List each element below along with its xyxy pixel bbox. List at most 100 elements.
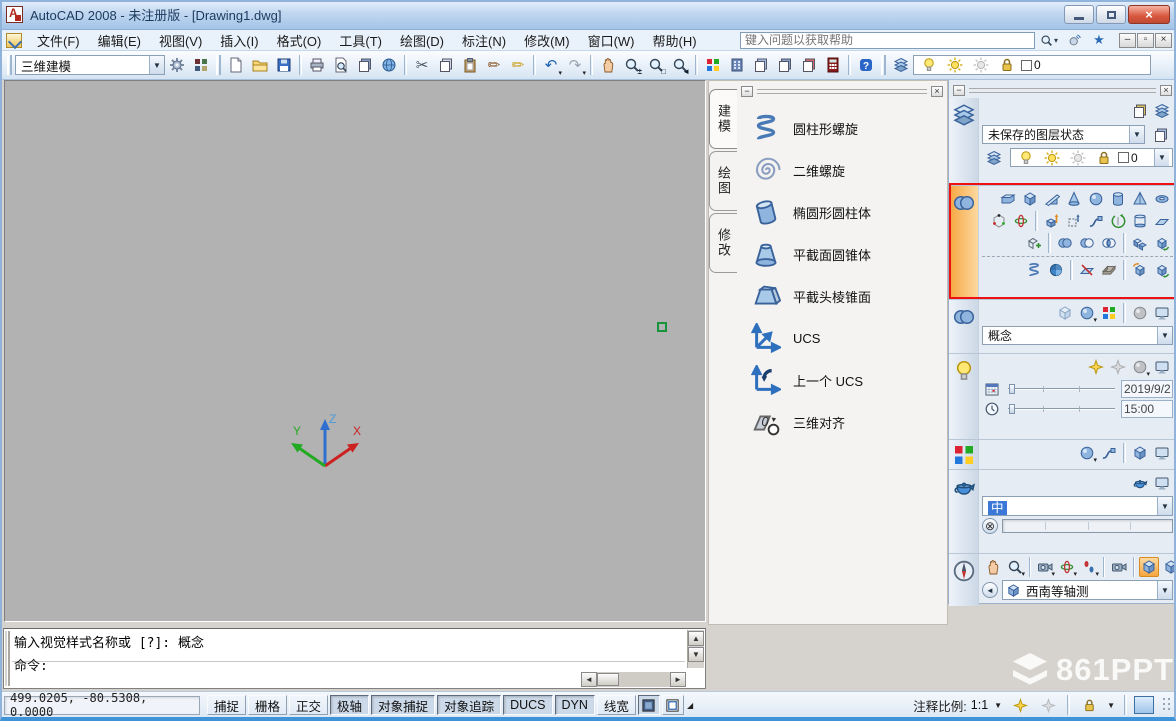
sun-time-button[interactable] (983, 400, 1001, 418)
sun-properties-button[interactable]: ▾ (1130, 357, 1150, 377)
thicken-button[interactable] (1099, 260, 1119, 280)
search-icon[interactable]: ▾ (1038, 32, 1060, 49)
sun-date-button[interactable] (983, 380, 1001, 398)
extrude-button[interactable] (1042, 211, 1062, 231)
drawing-canvas[interactable]: Z X Y (4, 80, 706, 622)
section-plane-button[interactable] (1152, 233, 1172, 253)
layout-button[interactable] (662, 695, 684, 715)
union-button[interactable] (1055, 233, 1075, 253)
menu-item-d[interactable]: 绘图(D) (391, 29, 453, 52)
layer-states-manager-button[interactable] (1130, 101, 1150, 121)
palette-grab-bar[interactable] (757, 89, 927, 94)
interference-check-button[interactable] (1130, 233, 1150, 253)
scroll-down-button[interactable]: ▼ (688, 647, 704, 662)
toolbar-grip[interactable] (7, 55, 12, 75)
sweep-button[interactable] (1086, 211, 1106, 231)
palette-tab-修改[interactable]: 修改 (709, 213, 737, 273)
help-search-input[interactable] (740, 32, 1035, 49)
status-toggle-DUCS[interactable]: DUCS (503, 695, 552, 715)
xray-mode-button[interactable] (1130, 303, 1150, 323)
visual-style-window-button[interactable] (1152, 303, 1172, 323)
panel-expand-separator[interactable] (982, 256, 1173, 257)
status-toggle-正交[interactable]: 正交 (289, 695, 328, 715)
time-slider-thumb[interactable] (1009, 404, 1015, 414)
scroll-right-button[interactable]: ► (670, 672, 686, 687)
clean-screen-button[interactable] (1134, 696, 1154, 714)
close-button[interactable]: × (1128, 5, 1170, 24)
status-toggle-线宽[interactable]: 线宽 (597, 695, 636, 715)
polysolid-button[interactable] (998, 189, 1018, 209)
doc-minimize-button[interactable]: – (1119, 33, 1136, 48)
undo-button[interactable]: ↶▾ (540, 55, 562, 76)
navigate-panel-big-icon[interactable] (949, 554, 979, 606)
extract-edges-button[interactable] (1024, 233, 1044, 253)
drawing-entity-green-square[interactable] (657, 322, 667, 332)
parallel-projection-button[interactable] (1161, 557, 1176, 577)
materials-panel-big-icon[interactable] (949, 440, 979, 469)
status-menu-arrow-icon[interactable]: ◢ (687, 701, 693, 710)
time-slider[interactable] (1006, 402, 1117, 416)
3d-move-button[interactable] (989, 211, 1009, 231)
chevron-down-icon[interactable]: ▼ (1154, 149, 1169, 166)
date-slider[interactable] (1006, 382, 1117, 396)
dashboard-close-button[interactable]: × (1160, 85, 1172, 96)
3d-rotate-button[interactable] (1011, 211, 1031, 231)
help-button[interactable] (855, 55, 877, 76)
favorites-star-icon[interactable]: ★ (1088, 32, 1110, 49)
layer-state-combo[interactable]: 未保存的图层状态 ▼ (982, 125, 1145, 144)
menu-item-t[interactable]: 工具(T) (330, 29, 391, 52)
constrained-orbit-button[interactable]: ▾ (1057, 557, 1077, 577)
zoom-previous-button[interactable]: ◄ (669, 55, 691, 76)
chevron-down-icon[interactable]: ▼ (1157, 497, 1172, 515)
visual-style-manager-button[interactable] (1099, 303, 1119, 323)
palette-tool-ucs-previous[interactable]: 上一个 UCS (743, 359, 943, 401)
markup-set-manager-button[interactable] (798, 55, 820, 76)
command-horizontal-scrollbar[interactable]: ◄ ► (581, 672, 686, 687)
palette-tool-cylindrical-helix[interactable]: 圆柱形螺旋 (743, 107, 943, 149)
materials-flyout-button[interactable]: ▾ (1077, 443, 1097, 463)
layer-freeze-viewport-button[interactable] (970, 55, 992, 76)
layer-freeze-viewport-button[interactable] (1067, 147, 1089, 168)
create-point-light-button[interactable] (1086, 357, 1106, 377)
subtract-button[interactable] (1077, 233, 1097, 253)
annotation-visibility-button[interactable] (1009, 695, 1031, 715)
menu-item-e[interactable]: 编辑(E) (89, 29, 150, 52)
my-workspace-button[interactable] (190, 55, 212, 76)
block-editor-button[interactable]: ✏ (507, 55, 529, 76)
render-button[interactable] (1130, 473, 1150, 493)
title-bar[interactable]: AutoCAD 2008 - 未注册版 - [Drawing1.dwg] × (0, 0, 1176, 30)
dashboard-autohide-button[interactable]: − (953, 85, 965, 96)
wedge-button[interactable] (1042, 189, 1062, 209)
palette-tool-ucs[interactable]: UCS (743, 317, 943, 359)
palette-tab-建模[interactable]: 建模 (709, 89, 737, 149)
walk-button[interactable]: ▾ (1079, 557, 1099, 577)
sphere-button[interactable] (1086, 189, 1106, 209)
chevron-down-icon[interactable]: ▼ (994, 701, 1002, 710)
loft-button[interactable] (1130, 211, 1150, 231)
visual-style-combo[interactable]: 概念 ▼ (982, 326, 1173, 345)
convert-to-surface-button[interactable] (1152, 260, 1172, 280)
coordinates-readout[interactable]: 499.0205, -80.5308, 0.0000 (4, 696, 200, 715)
design-center-button[interactable] (726, 55, 748, 76)
minimize-button[interactable] (1064, 5, 1094, 24)
layer-lock-button[interactable] (996, 55, 1018, 76)
render-panel-big-icon[interactable] (949, 470, 979, 553)
attach-material-button[interactable] (1099, 443, 1119, 463)
restore-button[interactable] (1096, 5, 1126, 24)
3d-make-panel-big-icon[interactable] (949, 186, 979, 299)
named-view-combo[interactable]: 西南等轴测 ▼ (1002, 580, 1173, 600)
cone-button[interactable] (1064, 189, 1084, 209)
press-pull-button[interactable] (1064, 211, 1084, 231)
layer-freeze-all-button[interactable] (1041, 147, 1063, 168)
resize-grip[interactable] (1162, 697, 1172, 713)
plot-button[interactable] (306, 55, 328, 76)
redo-button[interactable]: ↷▾ (564, 55, 586, 76)
pan-button[interactable] (983, 557, 1003, 577)
annotation-scale-value[interactable]: 1:1 (971, 698, 988, 712)
zoom-window-button[interactable]: □ (645, 55, 667, 76)
command-window-grip[interactable] (5, 631, 10, 686)
properties-palette-button[interactable] (702, 55, 724, 76)
menu-item-o[interactable]: 格式(O) (268, 29, 331, 52)
command-vertical-scrollbar[interactable]: ▲ ▼ (687, 630, 704, 668)
smooth-mesh-button[interactable] (1046, 260, 1066, 280)
